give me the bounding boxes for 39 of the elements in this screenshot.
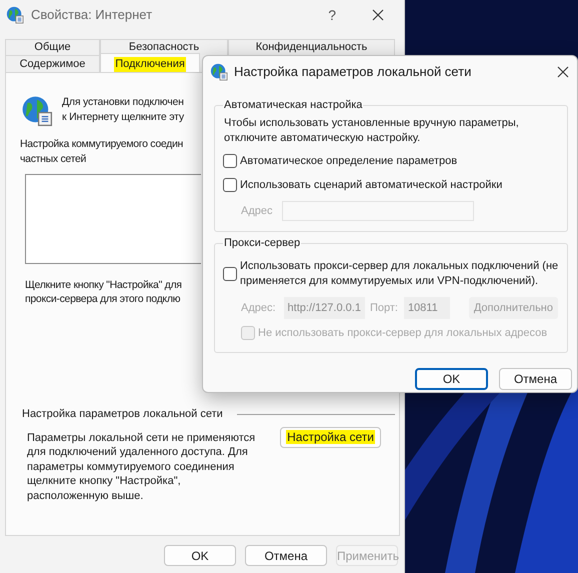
tab[interactable]: Безопасность	[100, 39, 228, 55]
checkbox-label: Автоматическое определение параметров	[240, 154, 458, 169]
section-label: Настройка коммутируемого соедин частных сетей	[20, 137, 184, 167]
close-icon[interactable]	[557, 66, 569, 78]
port-field: 10811	[404, 297, 450, 319]
globe-icon	[210, 63, 228, 81]
help-button[interactable]: ?	[328, 4, 336, 26]
dialog-button[interactable]: OK	[164, 545, 236, 566]
tab[interactable]: Содержимое	[5, 55, 100, 72]
tab[interactable]: Конфиденциальность	[228, 39, 395, 55]
dialog-button[interactable]: Отмена	[245, 545, 327, 566]
dialog-button: Применить	[336, 545, 398, 566]
group-legend: Прокси-сервер	[223, 235, 302, 252]
field-label: Порт:	[370, 300, 398, 316]
network-settings-button[interactable]: Настройка сети	[280, 426, 381, 448]
section-title: Настройка параметров локальной сети	[22, 407, 223, 422]
field-label: Адрес	[241, 204, 272, 219]
intro-text: Для установки подключен к Интернету щелкните эту	[62, 95, 184, 125]
globe-icon	[6, 6, 24, 24]
checkbox-label: Не использовать прокси-сервер для локальных адресов	[258, 326, 548, 341]
checkbox-label: Использовать сценарий автоматической настройки	[240, 178, 502, 192]
field-label: Адрес:	[241, 300, 276, 316]
checkbox[interactable]	[223, 154, 237, 168]
address-field: http://127.0.0.1	[284, 297, 365, 319]
checkbox[interactable]	[223, 178, 237, 192]
globe-icon	[21, 95, 53, 127]
instruction-text: Чтобы использовать установленные вручную параметры, отключите автоматическую настройку.	[224, 116, 520, 146]
lan-description: Параметры локальной сети не применяются для подключений удаленного доступа. Для параметры коммутируемого соединения щелкните кнопку "Настройка", расположенную выше.	[27, 430, 256, 503]
tab[interactable]: Общие	[5, 39, 100, 55]
window-title: Свойства: Интернет	[31, 6, 152, 24]
group-legend: Автоматическая настройка	[223, 97, 364, 114]
dialog-title: Настройка параметров локальной сети	[234, 63, 472, 82]
dialog-button[interactable]: Отмена	[499, 368, 572, 390]
close-icon[interactable]	[372, 9, 384, 21]
tab[interactable]: Подключения	[100, 53, 200, 72]
checkbox-label: Использовать прокси-сервер для локальных подключений (не применяется для коммутируемых или VPN-подключений).	[240, 259, 558, 289]
dialog-button[interactable]: OK	[415, 368, 488, 390]
connections-list[interactable]	[25, 174, 201, 264]
proxy-hint: Щелкните кнопку "Настройка" для прокси-сервера для этого подклю	[25, 278, 182, 306]
